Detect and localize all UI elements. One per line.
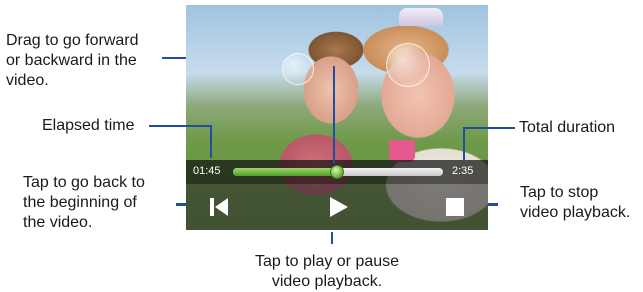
playback-controls	[186, 184, 488, 230]
progress-track[interactable]	[233, 165, 443, 179]
play-pause-button[interactable]	[327, 196, 349, 218]
tiara-graphic	[399, 8, 443, 26]
seek-bar: 01:45 2:35	[186, 160, 488, 184]
play-callout-text: Tap to play or pause video playback.	[254, 253, 400, 290]
seek-handle[interactable]	[329, 165, 344, 179]
stop-callout-text: Tap to stop video playback.	[520, 184, 631, 221]
bubble-graphic	[386, 43, 430, 87]
skip-to-start-icon	[210, 198, 228, 216]
progress-fill	[233, 168, 336, 176]
back-callout-text: Tap to go back to the beginning of the v…	[23, 174, 145, 231]
video-player: 01:45 2:35	[186, 5, 488, 230]
bubble-graphic	[282, 53, 314, 85]
cup-graphic	[389, 140, 415, 162]
play-icon	[330, 197, 348, 217]
elapsed-time: 01:45	[193, 165, 221, 177]
back-to-start-button[interactable]	[208, 196, 230, 218]
seek-callout-text: Drag to go forward or backward in the vi…	[6, 32, 139, 89]
elapsed-callout-text: Elapsed time	[42, 117, 135, 134]
total-callout-text: Total duration	[519, 119, 616, 136]
stop-icon	[446, 198, 464, 216]
stop-button[interactable]	[444, 196, 466, 218]
total-duration: 2:35	[452, 165, 474, 177]
